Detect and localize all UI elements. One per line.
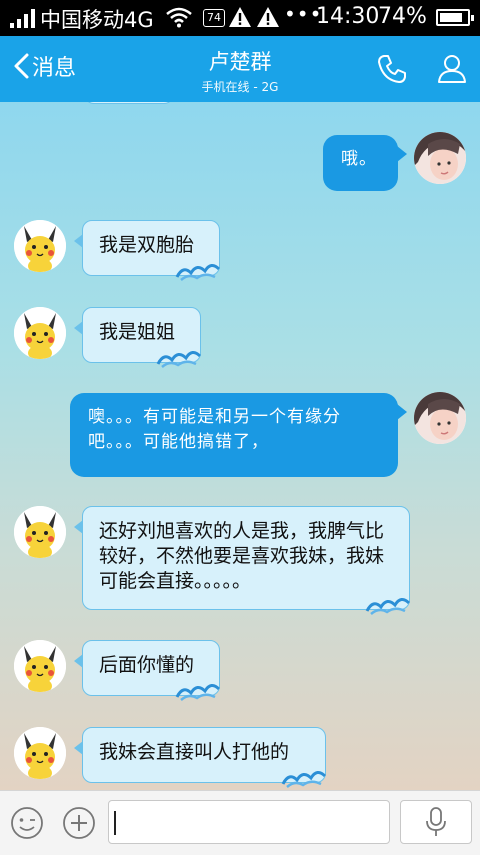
message-text: 噢。。。有可能是和另一个有缘分吧。。。可能他搞错了，: [88, 407, 341, 452]
message-text: 还好刘旭喜欢的人是我，我脾气比较好，不然他要是喜欢我妹，我妹可能会直接。。。。。: [99, 520, 385, 592]
avatar[interactable]: [14, 640, 66, 692]
call-button[interactable]: [376, 53, 408, 89]
wave-decoration: [281, 771, 327, 788]
emoji-icon: [11, 807, 43, 839]
message-text: 我是姐姐: [99, 321, 176, 343]
person-icon: [438, 55, 466, 83]
chat-header: 消息 卢楚群 手机在线 - 2G: [0, 36, 480, 102]
clock: 14:30: [316, 4, 380, 29]
warning-icon: [228, 6, 252, 33]
plus-icon: [63, 807, 95, 839]
microphone-icon: [426, 807, 446, 836]
profile-button[interactable]: [436, 52, 468, 88]
chat-title: 卢楚群: [208, 50, 272, 74]
status-bar: 中国移动4G 74 ••• 14:30 74%: [0, 0, 480, 36]
add-attachment-button[interactable]: [61, 805, 97, 845]
avatar[interactable]: [14, 220, 66, 272]
message-bubble[interactable]: 后面你懂的: [82, 640, 221, 701]
notification-badge: 74: [203, 9, 225, 27]
avatar[interactable]: [414, 132, 466, 184]
avatar[interactable]: [414, 392, 466, 444]
message-bubble[interactable]: 还好刘旭喜欢的人是我，我脾气比较好，不然他要是喜欢我妹，我妹可能会直接。。。。。: [82, 506, 411, 615]
phone-icon: [378, 55, 406, 83]
avatar[interactable]: [14, 307, 66, 359]
battery-percent: 74%: [378, 4, 427, 29]
warning-icon: [256, 6, 280, 33]
wave-decoration: [156, 351, 202, 368]
message-bubble[interactable]: 哦。: [323, 135, 398, 191]
wave-decoration: [175, 684, 221, 701]
message-bubble[interactable]: 我妹会直接叫人打他的: [82, 727, 327, 788]
message-text: 我是双胞胎: [99, 234, 195, 256]
carrier-name: 中国移动4G: [40, 8, 154, 32]
chat-area[interactable]: 哦。 我是双胞胎 我是姐姐 噢。。。有可能是和另一个有缘分吧。。。可能他搞错了，: [0, 102, 480, 790]
message-bubble[interactable]: 噢。。。有可能是和另一个有缘分吧。。。可能他搞错了，: [70, 393, 398, 477]
signal-icon: [10, 8, 35, 28]
text-cursor: [114, 811, 116, 835]
message-text: 我妹会直接叫人打他的: [99, 741, 290, 763]
message-bubble[interactable]: 我是双胞胎: [82, 220, 221, 281]
message-bubble-partial: [84, 102, 174, 104]
wifi-icon: [166, 6, 192, 33]
battery-icon: [436, 9, 474, 26]
online-status: 手机在线 - 2G: [201, 80, 279, 94]
message-text: 后面你懂的: [99, 654, 195, 676]
wave-decoration: [365, 598, 411, 615]
emoji-button[interactable]: [9, 805, 45, 845]
message-input[interactable]: [108, 800, 390, 844]
avatar[interactable]: [14, 506, 66, 558]
voice-button[interactable]: [400, 800, 472, 844]
message-text: 哦。: [341, 149, 377, 169]
wave-decoration: [175, 264, 221, 281]
avatar[interactable]: [14, 727, 66, 779]
input-bar: [0, 790, 480, 855]
message-bubble[interactable]: 我是姐姐: [82, 307, 202, 368]
